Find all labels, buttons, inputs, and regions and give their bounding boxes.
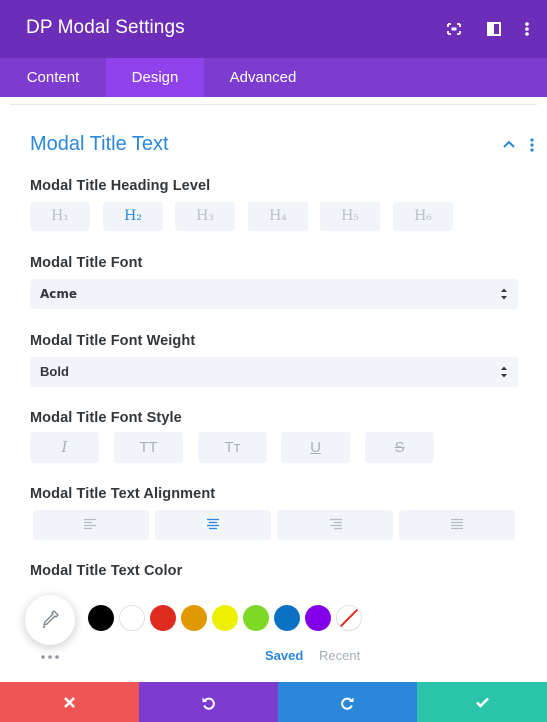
undo-icon: [202, 697, 215, 710]
swatch-black[interactable]: [88, 605, 114, 631]
heading-level-label: Modal Title Heading Level: [30, 178, 211, 194]
swatch-purple[interactable]: [305, 605, 331, 631]
tab-recent-colors[interactable]: Recent: [319, 648, 360, 663]
font-select[interactable]: Acme: [30, 279, 518, 309]
close-icon: [64, 697, 75, 708]
italic-button[interactable]: I: [30, 432, 99, 463]
alignment-label: Modal Title Text Alignment: [30, 486, 216, 502]
save-button[interactable]: [417, 682, 547, 722]
swatch-transparent[interactable]: [336, 605, 362, 631]
align-left-icon: [84, 518, 96, 530]
capitalize-button[interactable]: Tт: [198, 432, 267, 463]
uppercase-icon: TT: [139, 439, 158, 456]
check-icon: [476, 697, 489, 708]
eyedropper-icon: [42, 610, 59, 629]
select-arrows-icon: [501, 288, 507, 300]
heading-h6-button[interactable]: H₆: [393, 202, 453, 231]
settings-tabs: Content Design Advanced: [0, 58, 547, 97]
select-arrows-icon: [501, 366, 507, 378]
redo-icon: [341, 697, 354, 710]
uppercase-button[interactable]: TT: [114, 432, 183, 463]
align-justify-icon: [451, 518, 463, 530]
align-right-icon: [330, 518, 342, 530]
heading-h5-button[interactable]: H₅: [320, 202, 380, 231]
chevron-up-icon[interactable]: [502, 138, 516, 152]
heading-h1-button[interactable]: H₁: [30, 202, 90, 231]
strikethrough-icon: S: [394, 439, 405, 456]
more-vertical-icon[interactable]: [519, 20, 535, 38]
swatch-yellow[interactable]: [212, 605, 238, 631]
modal-title: DP Modal Settings: [26, 17, 185, 38]
redo-button[interactable]: [278, 682, 417, 722]
divider: [10, 104, 537, 105]
footer-actions: [0, 682, 547, 722]
tab-saved-colors[interactable]: Saved: [265, 648, 303, 663]
align-right-button[interactable]: [277, 510, 393, 540]
tab-design[interactable]: Design: [106, 58, 204, 97]
font-style-label: Modal Title Font Style: [30, 410, 182, 426]
swatch-white[interactable]: [119, 605, 145, 631]
color-picker-button[interactable]: [25, 595, 75, 645]
tab-content[interactable]: Content: [0, 58, 106, 97]
cancel-button[interactable]: [0, 682, 139, 722]
swatch-blue[interactable]: [274, 605, 300, 631]
no-color-icon: [339, 608, 359, 628]
align-center-icon: [207, 518, 219, 530]
align-center-button[interactable]: [155, 510, 271, 540]
tab-advanced[interactable]: Advanced: [204, 58, 322, 97]
swatch-green[interactable]: [243, 605, 269, 631]
heading-h4-button[interactable]: H₄: [248, 202, 308, 231]
modal-header: DP Modal Settings: [0, 0, 547, 58]
heading-h2-button[interactable]: H₂: [103, 202, 163, 231]
section-title[interactable]: Modal Title Text: [30, 133, 169, 156]
font-weight-select[interactable]: Bold: [30, 357, 518, 387]
text-color-label: Modal Title Text Color: [30, 563, 183, 579]
swatch-red[interactable]: [150, 605, 176, 631]
sidebar-toggle-icon[interactable]: [486, 20, 502, 38]
italic-icon: I: [61, 438, 68, 456]
capitalize-icon: Tт: [224, 439, 241, 456]
font-weight-select-value: Bold: [40, 364, 69, 379]
align-left-button[interactable]: [33, 510, 149, 540]
expand-icon[interactable]: [446, 20, 462, 38]
heading-h3-button[interactable]: H₃: [175, 202, 235, 231]
font-label: Modal Title Font: [30, 255, 143, 271]
more-horizontal-icon[interactable]: [39, 648, 61, 664]
align-justify-button[interactable]: [399, 510, 515, 540]
undo-button[interactable]: [139, 682, 278, 722]
underline-icon: U: [310, 439, 321, 456]
font-select-value: Acme: [40, 287, 78, 301]
more-vertical-icon[interactable]: [526, 137, 538, 153]
swatch-orange[interactable]: [181, 605, 207, 631]
font-weight-label: Modal Title Font Weight: [30, 333, 196, 349]
underline-button[interactable]: U: [281, 432, 350, 463]
strikethrough-button[interactable]: S: [365, 432, 434, 463]
